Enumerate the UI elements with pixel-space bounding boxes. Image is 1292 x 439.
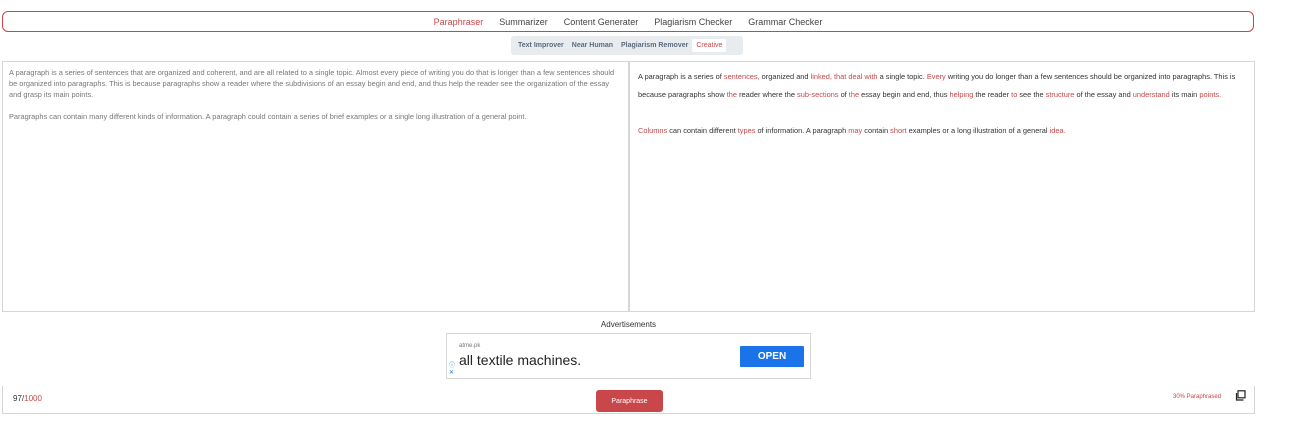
output-text-segment: organized and: [759, 72, 811, 81]
changed-word[interactable]: Columns: [638, 126, 667, 135]
output-text-segment: its main: [1169, 90, 1200, 99]
changed-word[interactable]: understand: [1133, 90, 1170, 99]
nav-item-content-generater[interactable]: Content Generater: [556, 17, 647, 27]
changed-word[interactable]: may: [848, 126, 862, 135]
word-counter: 97/1000: [13, 394, 42, 403]
changed-word[interactable]: linked, that deal with: [811, 72, 878, 81]
output-text-segment: examples or a long illustration of a gen…: [906, 126, 1050, 135]
mode-tab-plagiarism-remover[interactable]: Plagiarism Remover: [617, 39, 692, 52]
output-text-segment: of information. A paragraph: [755, 126, 849, 135]
output-text-segment: essay begin and end, thus: [859, 90, 950, 99]
changed-word[interactable]: sub-sections: [797, 90, 839, 99]
output-text-segment: contain: [862, 126, 891, 135]
output-text-segment: a single topic.: [877, 72, 927, 81]
nav-item-grammar-checker[interactable]: Grammar Checker: [740, 17, 830, 27]
nav-item-plagiarism-checker[interactable]: Plagiarism Checker: [646, 17, 740, 27]
changed-word[interactable]: the: [727, 90, 737, 99]
changed-word[interactable]: helping: [949, 90, 973, 99]
nav-item-summarizer[interactable]: Summarizer: [491, 17, 556, 27]
word-count: 97/: [13, 394, 25, 403]
output-text-panel: A paragraph is a series of sentences, or…: [629, 61, 1255, 312]
changed-word[interactable]: idea.: [1050, 126, 1066, 135]
changed-word[interactable]: points.: [1199, 90, 1221, 99]
input-paragraph-2: Paragraphs can contain many different ki…: [9, 112, 527, 121]
output-text-segment: the reader: [973, 90, 1012, 99]
mode-selector: Text Improver Near Human Plagiarism Remove…: [511, 36, 743, 55]
changed-word[interactable]: the: [849, 90, 859, 99]
input-paragraph-1: A paragraph is a series of sentences tha…: [9, 68, 615, 99]
ad-open-button[interactable]: OPEN: [740, 346, 804, 367]
footer-bar: 97/1000 Paraphrase 30% Paraphrased: [2, 386, 1255, 414]
top-navigation: Paraphraser Summarizer Content Generater Pl…: [2, 11, 1254, 32]
word-limit: 1000: [24, 394, 42, 403]
changed-word[interactable]: types: [738, 126, 756, 135]
output-text-segment: can contain different: [667, 126, 738, 135]
output-text-segment: reader where the: [737, 90, 798, 99]
paraphrased-percentage: 30% Paraphrased: [1173, 394, 1222, 400]
advertisements-label: Advertisements: [600, 320, 657, 329]
paraphrase-button[interactable]: Paraphrase: [596, 390, 663, 412]
nav-item-paraphraser[interactable]: Paraphraser: [426, 17, 492, 27]
ad-choices-icon[interactable]: ⓘ ✕: [449, 363, 455, 377]
output-paragraph-1: A paragraph is a series of sentences, or…: [638, 68, 1246, 104]
output-text-segment: see the: [1017, 90, 1046, 99]
mode-tab-near-human[interactable]: Near Human: [568, 39, 617, 52]
changed-word[interactable]: structure: [1046, 90, 1075, 99]
output-text-segment: A paragraph is a series of: [638, 72, 724, 81]
output-text-segment: of the essay and: [1074, 90, 1133, 99]
copy-icon[interactable]: [1235, 390, 1246, 401]
output-paragraph-2: Columns can contain different types of i…: [638, 122, 1246, 140]
advertisement-banner[interactable]: atme.pk all textile machines. OPEN ⓘ ✕: [446, 333, 811, 379]
output-text-segment: of: [838, 90, 849, 99]
changed-word[interactable]: Every: [927, 72, 946, 81]
changed-word[interactable]: short: [890, 126, 906, 135]
ad-source: atme.pk: [459, 343, 481, 349]
changed-word[interactable]: sentences,: [724, 72, 760, 81]
input-text-panel[interactable]: A paragraph is a series of sentences tha…: [2, 61, 629, 312]
ad-headline[interactable]: all textile machines.: [459, 352, 581, 368]
mode-tab-text-improver[interactable]: Text Improver: [514, 39, 568, 52]
mode-tab-creative[interactable]: Creative: [692, 39, 727, 52]
